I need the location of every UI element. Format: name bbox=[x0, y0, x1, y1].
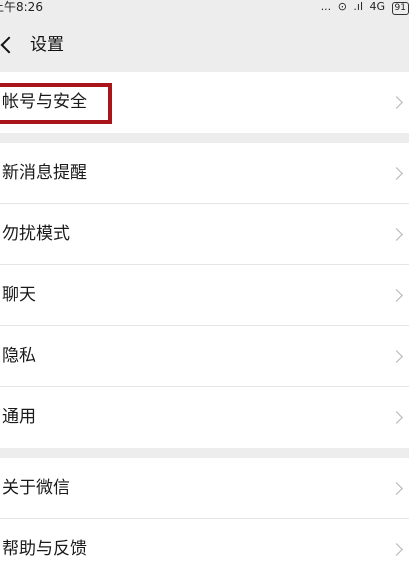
more-dots: ... bbox=[320, 0, 332, 13]
settings-item-general[interactable]: 通用 bbox=[0, 387, 409, 448]
settings-item-about-wechat[interactable]: 关于微信 bbox=[0, 458, 409, 519]
settings-item-label: 新消息提醒 bbox=[2, 163, 87, 183]
settings-item-label: 勿扰模式 bbox=[2, 224, 70, 244]
settings-item-label: 隐私 bbox=[2, 346, 36, 366]
settings-group-about: 关于微信 帮助与反馈 bbox=[0, 458, 409, 580]
battery-icon: 91 bbox=[391, 2, 409, 15]
chevron-right-icon bbox=[390, 350, 403, 363]
page-title: 设置 bbox=[30, 35, 64, 55]
chevron-left-icon[interactable] bbox=[0, 36, 18, 54]
status-bar: 上午8:26 ... ⊙ .ıl 4G 91 bbox=[0, 0, 409, 18]
settings-item-privacy[interactable]: 隐私 bbox=[0, 326, 409, 387]
settings-item-new-message-alerts[interactable]: 新消息提醒 bbox=[0, 143, 409, 204]
highlight-annotation bbox=[0, 83, 112, 124]
alarm-clock-icon: ⊙ bbox=[337, 0, 347, 13]
settings-group-main: 新消息提醒 勿扰模式 聊天 隐私 通用 bbox=[0, 143, 409, 448]
settings-item-label: 帮助与反馈 bbox=[2, 539, 87, 559]
chevron-right-icon bbox=[390, 411, 403, 424]
nav-bar: 设置 bbox=[0, 18, 409, 72]
status-icons: ... ⊙ .ıl 4G 91 bbox=[318, 0, 409, 15]
settings-item-label: 关于微信 bbox=[2, 478, 70, 498]
chevron-right-icon bbox=[390, 482, 403, 495]
chevron-right-icon bbox=[390, 289, 403, 302]
chevron-right-icon bbox=[390, 167, 403, 180]
settings-item-label: 通用 bbox=[2, 407, 36, 427]
chevron-right-icon bbox=[390, 543, 403, 556]
settings-item-help-feedback[interactable]: 帮助与反馈 bbox=[0, 519, 409, 580]
settings-item-label: 聊天 bbox=[2, 285, 36, 305]
chevron-right-icon bbox=[390, 228, 403, 241]
chevron-right-icon bbox=[390, 96, 403, 109]
settings-item-do-not-disturb[interactable]: 勿扰模式 bbox=[0, 204, 409, 265]
status-time: 上午8:26 bbox=[0, 0, 43, 14]
signal-bars-icon: .ıl bbox=[353, 0, 364, 13]
settings-item-chat[interactable]: 聊天 bbox=[0, 265, 409, 326]
network-type: 4G bbox=[369, 0, 386, 13]
